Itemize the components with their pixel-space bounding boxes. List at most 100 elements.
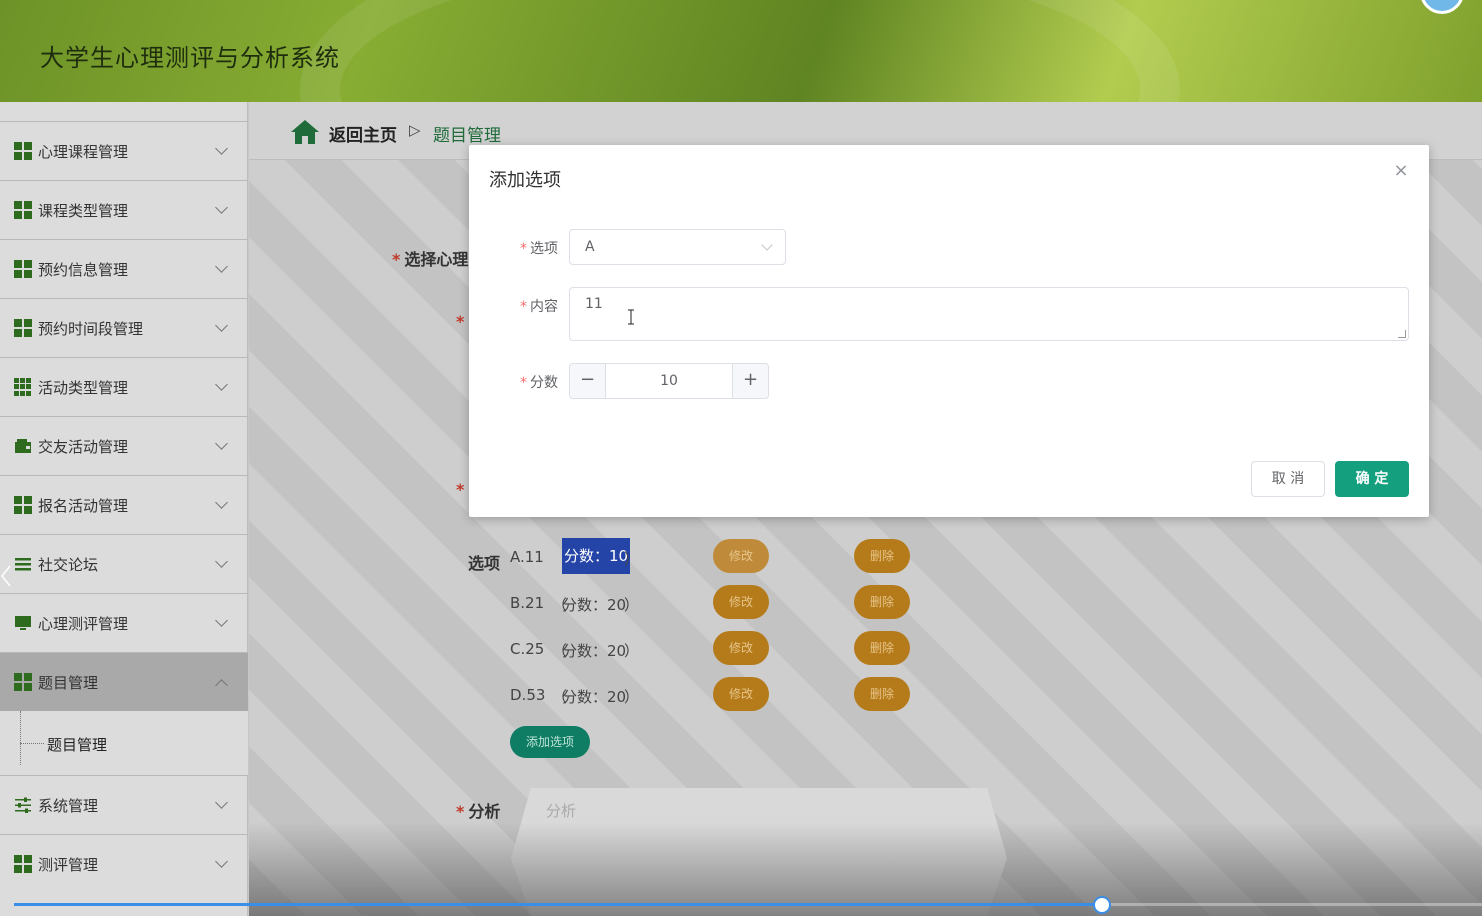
grid-icon — [14, 319, 32, 337]
option-text: D.53 — [510, 686, 546, 704]
breadcrumb-current: 题目管理 — [433, 126, 501, 146]
sidebar-item-timeslot[interactable]: 预约时间段管理 — [0, 298, 248, 357]
home-icon[interactable] — [290, 119, 320, 145]
content-label: * 内容 — [520, 299, 558, 315]
chevron-left-icon[interactable] — [0, 564, 14, 588]
grid-icon — [14, 142, 32, 160]
monitor-icon — [14, 614, 32, 632]
video-progress-bar[interactable] — [14, 903, 1482, 906]
content-textarea[interactable]: 11 — [569, 287, 1409, 341]
grid-icon — [14, 201, 32, 219]
app-title: 大学生心理测评与分析系统 — [40, 44, 340, 72]
sidebar-item-system[interactable]: 系统管理 — [0, 775, 248, 834]
sidebar-item-label: 课程类型管理 — [38, 201, 129, 220]
apps-icon — [14, 378, 32, 396]
sidebar-item-activity-type[interactable]: 活动类型管理 — [0, 357, 248, 416]
option-text: B.21 — [510, 594, 545, 612]
sidebar-item-label: 活动类型管理 — [38, 378, 129, 397]
sliders-icon — [14, 796, 32, 814]
chevron-down-icon — [215, 260, 228, 273]
edit-option-button[interactable]: 修改 — [713, 631, 769, 665]
delete-option-button[interactable]: 删除 — [854, 585, 910, 619]
video-progress-fill — [14, 903, 1102, 906]
add-option-dialog: 添加选项 × * 选项 A * 内容 11 * 分数 − 10 + 取 消 确 定 — [469, 145, 1429, 517]
sidebar-item-evaluation[interactable]: 测评管理 — [0, 834, 248, 893]
resize-handle[interactable] — [1398, 330, 1406, 338]
sidebar-item-course-type[interactable]: 课程类型管理 — [0, 180, 248, 239]
option-score-paren: ） — [624, 642, 640, 660]
chevron-down-icon — [215, 796, 228, 809]
delete-option-button[interactable]: 删除 — [854, 631, 910, 665]
score-input[interactable]: 10 — [606, 364, 732, 398]
chevron-down-icon — [761, 239, 773, 251]
breadcrumb-separator: ▷ — [409, 121, 421, 139]
option-score-paren: ） — [624, 688, 640, 706]
option-score: 分数：20 — [562, 596, 627, 614]
options-label: 选项 — [468, 554, 501, 573]
delete-option-button[interactable]: 删除 — [854, 539, 910, 573]
analysis-label: * 分析 — [456, 802, 501, 821]
sidebar-item-forum[interactable]: 社交论坛 — [0, 534, 248, 593]
grid-icon — [14, 260, 32, 278]
analysis-textarea[interactable] — [511, 788, 1007, 916]
option-score: 分数：20 — [562, 642, 627, 660]
sidebar-item-label: 心理测评管理 — [38, 614, 129, 633]
user-avatar[interactable] — [1420, 0, 1464, 14]
dialog-title: 添加选项 — [489, 170, 561, 191]
grid-icon — [14, 496, 32, 514]
delete-option-button[interactable]: 删除 — [854, 677, 910, 711]
decrement-button[interactable]: − — [570, 364, 606, 398]
analysis-placeholder: 分析 — [546, 802, 577, 820]
option-text: C.25 — [510, 640, 545, 658]
breadcrumb-home-link[interactable]: 返回主页 — [329, 121, 397, 146]
option-select-value: A — [585, 239, 595, 255]
chevron-down-icon — [215, 319, 228, 332]
sidebar-item-label: 测评管理 — [38, 855, 99, 874]
score-label: * 分数 — [520, 375, 558, 391]
grid-icon — [14, 673, 32, 691]
sidebar-submenu: 题目管理 — [0, 711, 248, 775]
option-select-label: * 选项 — [520, 241, 558, 257]
close-icon[interactable]: × — [1393, 162, 1409, 180]
cancel-button[interactable]: 取 消 — [1251, 461, 1325, 497]
chevron-down-icon — [215, 614, 228, 627]
sidebar-item-course[interactable]: 心理课程管理 — [0, 121, 248, 180]
option-text: A.11 — [510, 548, 544, 566]
edit-option-button[interactable]: 修改 — [713, 539, 769, 573]
sidebar-item-assessment[interactable]: 心理测评管理 — [0, 593, 248, 652]
content-value: 11 — [585, 296, 603, 312]
add-option-button[interactable]: 添加选项 — [510, 726, 590, 758]
chevron-down-icon — [215, 496, 228, 509]
confirm-button[interactable]: 确 定 — [1335, 461, 1409, 497]
option-score: 分数：10 — [562, 538, 631, 574]
chevron-down-icon — [215, 142, 228, 155]
video-progress-handle[interactable] — [1093, 896, 1111, 914]
sidebar-item-label: 心理课程管理 — [38, 142, 129, 161]
increment-button[interactable]: + — [732, 364, 768, 398]
text-cursor-icon — [628, 309, 634, 325]
chevron-down-icon — [215, 555, 228, 568]
sidebar-item-label: 系统管理 — [38, 796, 99, 815]
sidebar-item-label: 预约时间段管理 — [38, 319, 144, 338]
edit-option-button[interactable]: 修改 — [713, 585, 769, 619]
sidebar-item-social-activity[interactable]: 交友活动管理 — [0, 416, 248, 475]
sidebar-subitem-questions[interactable]: 题目管理 — [47, 734, 107, 755]
list-icon — [14, 555, 32, 573]
grid-icon — [14, 855, 32, 873]
sidebar-item-questions[interactable]: 题目管理 — [0, 652, 248, 711]
option-select[interactable]: A — [569, 229, 786, 265]
edit-option-button[interactable]: 修改 — [713, 677, 769, 711]
sidebar-item-label: 题目管理 — [38, 673, 99, 692]
sidebar-item-label: 报名活动管理 — [38, 496, 129, 515]
sidebar-item-booking[interactable]: 预约信息管理 — [0, 239, 248, 298]
chevron-down-icon — [215, 437, 228, 450]
score-stepper: − 10 + — [569, 363, 769, 399]
sidebar-item-signup[interactable]: 报名活动管理 — [0, 475, 248, 534]
sidebar-item-label: 预约信息管理 — [38, 260, 129, 279]
option-score: 分数：20 — [562, 688, 627, 706]
sidebar: 心理课程管理 课程类型管理 预约信息管理 预约时间段管理 活动类型管理 交友活动… — [0, 102, 248, 916]
sidebar-item-label: 交友活动管理 — [38, 437, 129, 456]
sidebar-item-label: 社交论坛 — [38, 555, 99, 574]
required-mark: * — [456, 480, 465, 499]
chevron-up-icon — [215, 679, 228, 692]
